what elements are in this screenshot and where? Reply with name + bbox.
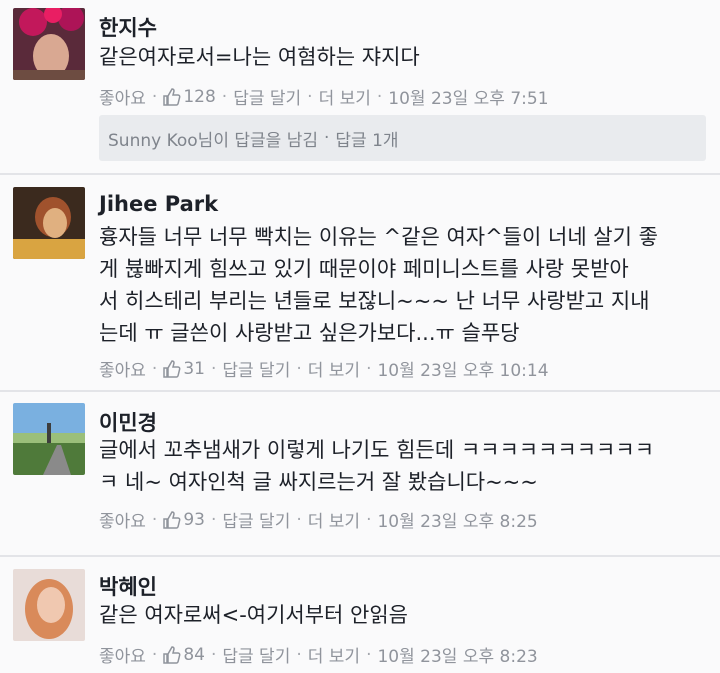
avatar[interactable] bbox=[13, 187, 85, 259]
reply-link[interactable]: 답글 달기 bbox=[222, 356, 290, 381]
comment-item: 박혜인 같은 여자로써<-여기서부터 안읽음 좋아요 · 84 · 답글 달기 … bbox=[0, 557, 720, 673]
thumbs-up-icon[interactable] bbox=[163, 510, 181, 529]
like-count: 128 bbox=[183, 86, 216, 107]
comment-meta: 좋아요 · 31 · 답글 달기 · 더 보기 · 10월 23일 오후 10:… bbox=[99, 356, 549, 382]
separator: · bbox=[366, 509, 372, 530]
like-link[interactable]: 좋아요 bbox=[99, 642, 146, 667]
comment-line: 게 뷶빠지게 힘쓰고 있기 때문이야 페미니스트를 사랑 못받아 bbox=[99, 257, 629, 281]
separator: · bbox=[210, 644, 217, 665]
separator: · bbox=[323, 128, 330, 148]
comment-author[interactable]: 한지수 bbox=[99, 12, 157, 42]
more-link[interactable]: 더 보기 bbox=[308, 642, 360, 667]
avatar[interactable] bbox=[13, 8, 85, 80]
reply-link[interactable]: 답글 달기 bbox=[222, 507, 290, 532]
separator: · bbox=[151, 509, 158, 530]
comment-text: 같은여자로서=나는 여혐하는 쟈지다 bbox=[99, 41, 711, 73]
thumbs-up-icon[interactable] bbox=[163, 87, 181, 106]
timestamp[interactable]: 10월 23일 오후 10:14 bbox=[377, 356, 548, 381]
like-link[interactable]: 좋아요 bbox=[99, 84, 146, 109]
comment-text: 글에서 꼬추냄새가 이렇게 나기도 힘든데 ㅋㅋㅋㅋㅋㅋㅋㅋㅋㅋ ㅋ 네~ 여자… bbox=[99, 434, 711, 498]
separator: · bbox=[210, 358, 217, 379]
comment-line: ㅋ 네~ 여자인척 글 싸지르는거 잘 봤습니다~~~ bbox=[99, 470, 538, 494]
more-link[interactable]: 더 보기 bbox=[308, 507, 360, 532]
reply-link[interactable]: 답글 달기 bbox=[233, 84, 301, 109]
separator: · bbox=[296, 509, 302, 530]
separator: · bbox=[307, 86, 313, 107]
like-count: 93 bbox=[183, 509, 205, 530]
reply-link[interactable]: 답글 달기 bbox=[222, 642, 290, 667]
avatar[interactable] bbox=[13, 569, 85, 641]
comment-line: 흉자들 너무 너무 빡치는 이유는 ^같은 여자^들이 너네 살기 좋 bbox=[99, 225, 658, 249]
comment-author[interactable]: 이민경 bbox=[99, 407, 157, 437]
reply-summary-text: Sunny Koo님이 답글을 남김 bbox=[108, 130, 318, 151]
timestamp[interactable]: 10월 23일 오후 8:23 bbox=[377, 642, 537, 667]
comment-item: 한지수 같은여자로서=나는 여혐하는 쟈지다 좋아요 · 128 · 답글 달기… bbox=[0, 0, 720, 173]
comment-text: 같은 여자로써<-여기서부터 안읽음 bbox=[99, 599, 711, 631]
timestamp[interactable]: 10월 23일 오후 8:25 bbox=[377, 507, 537, 532]
comment-line: 같은 여자로써<-여기서부터 안읽음 bbox=[99, 603, 409, 627]
replies-summary[interactable]: Sunny Koo님이 답글을 남김 · 답글 1개 bbox=[99, 115, 706, 161]
comment-line: 같은여자로서=나는 여혐하는 쟈지다 bbox=[99, 45, 420, 69]
comment-author[interactable]: Jihee Park bbox=[99, 192, 218, 216]
separator: · bbox=[296, 644, 302, 665]
like-link[interactable]: 좋아요 bbox=[99, 356, 146, 381]
separator: · bbox=[296, 358, 302, 379]
comment-item: 이민경 글에서 꼬추냄새가 이렇게 나기도 힘든데 ㅋㅋㅋㅋㅋㅋㅋㅋㅋㅋ ㅋ 네… bbox=[0, 392, 720, 555]
reply-count: 답글 1개 bbox=[335, 130, 399, 151]
separator: · bbox=[210, 509, 217, 530]
comment-item: Jihee Park 흉자들 너무 너무 빡치는 이유는 ^같은 여자^들이 너… bbox=[0, 175, 720, 390]
thumbs-up-icon[interactable] bbox=[163, 645, 181, 664]
comment-meta: 좋아요 · 93 · 답글 달기 · 더 보기 · 10월 23일 오후 8:2… bbox=[99, 507, 538, 533]
comment-line: 서 히스테리 부리는 년들로 보잖니~~~ 난 너무 사랑받고 지내 bbox=[99, 289, 650, 313]
separator: · bbox=[151, 358, 158, 379]
separator: · bbox=[366, 358, 372, 379]
comment-meta: 좋아요 · 84 · 답글 달기 · 더 보기 · 10월 23일 오후 8:2… bbox=[99, 642, 538, 668]
avatar[interactable] bbox=[13, 403, 85, 475]
like-link[interactable]: 좋아요 bbox=[99, 507, 146, 532]
separator: · bbox=[221, 86, 228, 107]
thumbs-up-icon[interactable] bbox=[163, 359, 181, 378]
timestamp[interactable]: 10월 23일 오후 7:51 bbox=[388, 84, 548, 109]
comment-line: 는데 ㅠ 글쓴이 사랑받고 싶은가보다...ㅠ 슬푸당 bbox=[99, 321, 520, 345]
separator: · bbox=[366, 644, 372, 665]
like-count: 31 bbox=[183, 358, 205, 379]
comment-text: 흉자들 너무 너무 빡치는 이유는 ^같은 여자^들이 너네 살기 좋 게 뷶빠… bbox=[99, 221, 711, 349]
separator: · bbox=[151, 644, 158, 665]
more-link[interactable]: 더 보기 bbox=[308, 356, 360, 381]
comment-line: 글에서 꼬추냄새가 이렇게 나기도 힘든데 ㅋㅋㅋㅋㅋㅋㅋㅋㅋㅋ bbox=[99, 438, 655, 462]
separator: · bbox=[151, 86, 158, 107]
like-count: 84 bbox=[183, 644, 205, 665]
separator: · bbox=[376, 86, 383, 107]
comment-author[interactable]: 박혜인 bbox=[99, 571, 157, 601]
more-link[interactable]: 더 보기 bbox=[319, 84, 371, 109]
comment-meta: 좋아요 · 128 · 답글 달기 · 더 보기 · 10월 23일 오후 7:… bbox=[99, 84, 549, 110]
